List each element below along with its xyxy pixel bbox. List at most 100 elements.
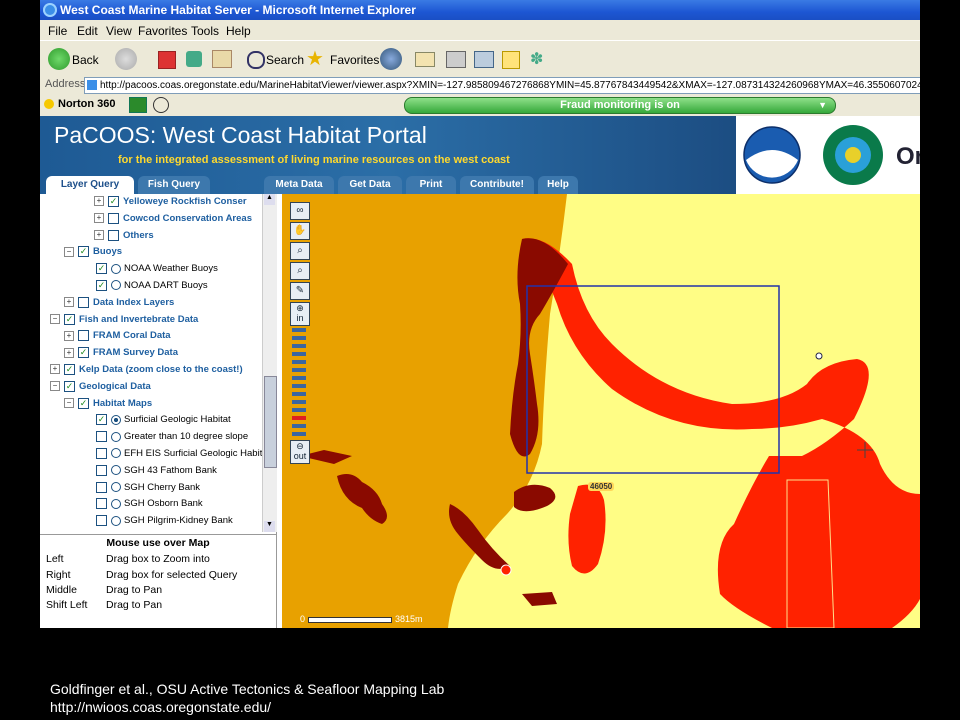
search-icon[interactable] — [247, 51, 265, 69]
zoom-level-step[interactable] — [292, 344, 306, 348]
layer-checkbox[interactable] — [78, 330, 89, 342]
layer-checkbox[interactable]: ✓ — [64, 363, 75, 375]
globe-icon[interactable] — [153, 97, 169, 113]
layer-row[interactable]: − ✓ Geological Data — [50, 380, 151, 394]
layer-row[interactable]: + ✓ FRAM Survey Data — [64, 346, 178, 360]
zoom-level-step[interactable] — [292, 352, 306, 356]
refresh-icon[interactable] — [186, 51, 202, 67]
zoom-level-step[interactable] — [292, 360, 306, 364]
zoom-level-step[interactable] — [292, 424, 306, 428]
layer-radio[interactable] — [111, 465, 121, 476]
expand-icon[interactable]: + — [64, 297, 74, 308]
zoom-level-step[interactable] — [292, 400, 306, 404]
back-button[interactable]: Back — [72, 49, 99, 71]
layer-radio[interactable] — [111, 414, 121, 425]
layer-radio[interactable] — [111, 280, 121, 291]
collapse-icon[interactable]: − — [50, 314, 60, 325]
layer-row[interactable]: + Cowcod Conservation Areas — [94, 212, 252, 226]
zoom-out-button[interactable]: ⊖ out — [290, 440, 310, 464]
back-arrow-icon[interactable] — [48, 48, 70, 70]
zoom-level-step[interactable] — [292, 408, 306, 412]
layer-row[interactable]: SGH Osborn Bank — [96, 497, 203, 511]
buoy-marker-north[interactable] — [815, 352, 823, 360]
edit-icon[interactable] — [474, 51, 494, 68]
layer-radio[interactable] — [111, 263, 121, 274]
collapse-icon[interactable]: − — [64, 246, 74, 257]
menu-view[interactable]: View — [106, 24, 132, 38]
zoom-level-current[interactable] — [292, 416, 306, 420]
norton-label[interactable]: Norton 360 — [58, 98, 115, 110]
zoom-level-step[interactable] — [292, 432, 306, 436]
layer-checkbox[interactable]: ✓ — [64, 313, 75, 325]
layer-radio[interactable] — [111, 448, 121, 459]
layer-checkbox[interactable]: ✓ — [78, 347, 89, 359]
layer-checkbox[interactable] — [96, 464, 107, 476]
habitat-map[interactable]: ∞ ✋ ⌕ ⌕ ✎ ⊕ in ⊖ out 46050 0 3815m — [282, 194, 920, 628]
notes-icon[interactable] — [502, 51, 520, 69]
layer-row[interactable]: SGH 43 Fathom Bank — [96, 464, 217, 478]
expand-icon[interactable]: + — [64, 347, 74, 358]
expand-icon[interactable]: + — [94, 196, 104, 207]
layer-radio[interactable] — [111, 498, 121, 509]
expand-icon[interactable]: + — [94, 213, 104, 224]
mail-icon[interactable] — [415, 52, 435, 67]
layer-scrollbar[interactable]: ▲ ▼ — [262, 194, 277, 532]
layer-row[interactable]: − ✓ Fish and Invertebrate Data — [50, 313, 198, 327]
favorites-star-icon[interactable]: ★ — [306, 46, 324, 71]
menu-file[interactable]: File — [48, 24, 67, 38]
layer-row[interactable]: EFH EIS Surficial Geologic Habit — [96, 447, 262, 461]
scroll-thumb[interactable] — [264, 376, 277, 468]
layer-checkbox[interactable]: ✓ — [64, 380, 75, 392]
zoom-level-step[interactable] — [292, 328, 306, 332]
layer-radio[interactable] — [111, 431, 121, 442]
history-icon[interactable] — [380, 48, 402, 70]
layer-checkbox[interactable] — [108, 212, 119, 224]
layer-row[interactable]: + FRAM Coral Data — [64, 329, 171, 343]
zoom-level-step[interactable] — [292, 336, 306, 340]
fraud-monitoring-bar[interactable]: Fraud monitoring is on ▼ — [404, 97, 836, 114]
expand-icon[interactable]: + — [64, 330, 74, 341]
layer-checkbox[interactable]: ✓ — [78, 246, 89, 258]
layer-checkbox[interactable]: ✓ — [96, 279, 107, 291]
layer-checkbox[interactable]: ✓ — [78, 397, 89, 409]
buoy-marker-red[interactable] — [500, 564, 512, 576]
zoom-level-step[interactable] — [292, 368, 306, 372]
layer-row[interactable]: SGH Pilgrim-Kidney Bank — [96, 514, 233, 528]
pan-hand-icon[interactable]: ✋ — [290, 222, 310, 240]
identify-icon[interactable]: ⌕ — [290, 242, 310, 260]
collapse-icon[interactable]: − — [50, 381, 60, 392]
layer-checkbox[interactable] — [96, 447, 107, 459]
tab-get-data[interactable]: Get Data — [338, 176, 402, 194]
layer-checkbox[interactable] — [96, 481, 107, 493]
zoom-level-step[interactable] — [292, 384, 306, 388]
chevron-down-icon[interactable]: ▼ — [818, 98, 827, 113]
layer-checkbox[interactable] — [96, 515, 107, 527]
home-icon[interactable] — [212, 50, 232, 68]
tab-contribute[interactable]: Contribute! — [460, 176, 534, 194]
tab-fish-query[interactable]: Fish Query — [138, 176, 210, 194]
query-icon[interactable]: ⌕ — [290, 262, 310, 280]
layer-row[interactable]: + Others — [94, 229, 154, 243]
tab-layer-query[interactable]: Layer Query — [46, 176, 134, 194]
layer-row[interactable]: ✓ Surficial Geologic Habitat — [96, 413, 231, 427]
layer-row[interactable]: + ✓ Yelloweye Rockfish Conser — [94, 195, 247, 209]
measure-icon[interactable]: ✎ — [290, 282, 310, 300]
menu-tools[interactable]: Tools — [191, 24, 219, 38]
expand-icon[interactable]: + — [50, 364, 60, 375]
collapse-icon[interactable]: − — [64, 398, 74, 409]
layer-radio[interactable] — [111, 515, 121, 526]
layer-row[interactable]: − ✓ Habitat Maps — [64, 397, 152, 411]
stop-icon[interactable] — [158, 51, 176, 69]
layer-row[interactable]: SGH Cherry Bank — [96, 481, 200, 495]
zoom-level-step[interactable] — [292, 376, 306, 380]
address-input[interactable]: http://pacoos.coas.oregonstate.edu/Marin… — [84, 77, 920, 94]
layer-radio[interactable] — [111, 482, 121, 493]
menu-edit[interactable]: Edit — [77, 24, 98, 38]
tab-meta-data[interactable]: Meta Data — [264, 176, 334, 194]
layer-row[interactable]: ✓ NOAA DART Buoys — [96, 279, 208, 293]
layer-row[interactable]: Greater than 10 degree slope — [96, 430, 248, 444]
layer-checkbox[interactable] — [96, 498, 107, 510]
layer-row[interactable]: + Data Index Layers — [64, 296, 174, 310]
layer-checkbox[interactable]: ✓ — [96, 263, 107, 275]
favorites-button[interactable]: Favorites — [330, 49, 379, 71]
